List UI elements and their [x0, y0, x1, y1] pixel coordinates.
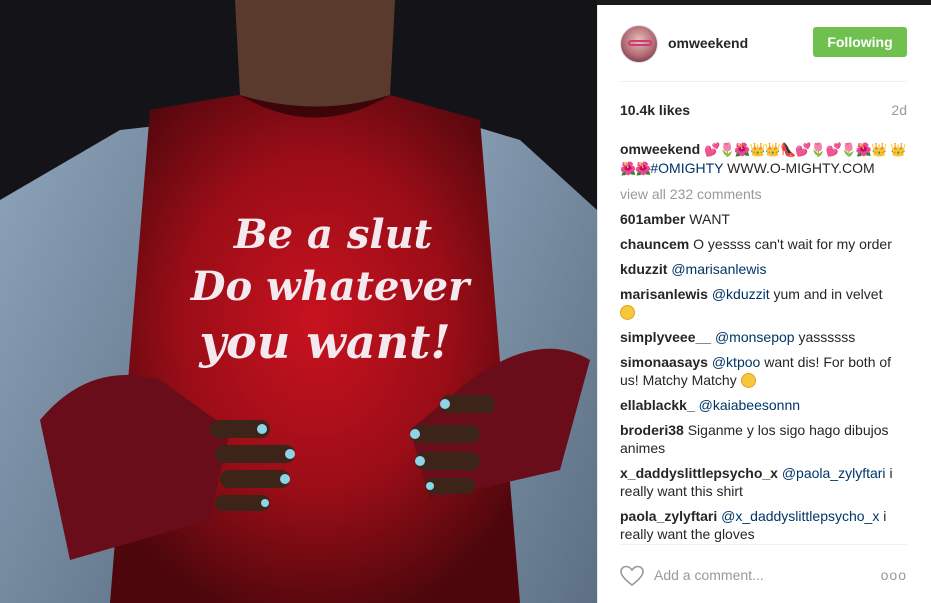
comment: broderi38 Siganme y los sigo hago dibujo… [620, 421, 911, 457]
comment-mention[interactable]: @ktpoo [712, 354, 760, 370]
comment-footer: Add a comment... ooo [620, 545, 907, 603]
comment: paola_zylyftari @x_daddyslittlepsycho_x … [620, 507, 911, 543]
comment-user[interactable]: marisanlewis [620, 286, 708, 302]
comment: marisanlewis @kduzzit yum and in velvet [620, 285, 911, 321]
caption-emojis: 💕🌷🌺👑👑👠💕🌷💕🌷🌺👑 [704, 142, 887, 157]
shirt-text-line1: Be a slut [233, 211, 433, 258]
shirt-text-line2: Do whatever [190, 263, 472, 310]
comment-mention[interactable]: @x_daddyslittlepsycho_x [721, 508, 879, 524]
comment-user[interactable]: paola_zylyftari [620, 508, 717, 524]
comment-user[interactable]: ellablackk_ [620, 397, 695, 413]
heart-icon[interactable] [620, 565, 644, 587]
comment: chauncem O yessss can't wait for my orde… [620, 235, 911, 253]
post-time[interactable]: 2d [891, 102, 907, 118]
comment-user[interactable]: broderi38 [620, 422, 684, 438]
caption-hashtag[interactable]: #OMIGHTY [650, 160, 723, 176]
comment-user[interactable]: simplyveee__ [620, 329, 711, 345]
following-button[interactable]: Following [813, 27, 907, 57]
comment-user[interactable]: x_daddyslittlepsycho_x [620, 465, 778, 481]
comment-user[interactable]: kduzzit [620, 261, 667, 277]
comment: kduzzit @marisanlewis [620, 260, 911, 278]
caption-user[interactable]: omweekend [620, 141, 700, 157]
comment-text: yum and in velvet [773, 286, 883, 302]
likes-count[interactable]: 10.4k likes [620, 102, 690, 118]
more-options-icon[interactable]: ooo [881, 567, 907, 583]
comment-mention[interactable]: @kaiabeesonnn [699, 397, 800, 413]
avatar[interactable] [620, 25, 658, 63]
comment: x_daddyslittlepsycho_x @paola_zylyftari … [620, 464, 911, 500]
comment-text: WANT [689, 211, 730, 227]
add-comment-input[interactable]: Add a comment... [654, 567, 764, 583]
comments-list: omweekend 💕🌷🌺👑👑👠💕🌷💕🌷🌺👑 👑🌺🌺#OMIGHTY WWW.O… [620, 140, 911, 543]
comment-text: O yessss can't wait for my order [693, 236, 892, 252]
post-header: omweekend Following [620, 25, 907, 65]
comment: simplyveee__ @monsepop yassssss [620, 328, 911, 346]
comment-mention[interactable]: @kduzzit [712, 286, 770, 302]
heart-eyes-emoji-icon [620, 305, 635, 320]
photo-illustration: Be a slut Do whatever you want! [0, 0, 597, 603]
smile-emoji-icon [740, 373, 756, 388]
comment-user[interactable]: simonaasays [620, 354, 708, 370]
comment-mention[interactable]: @paola_zylyftari [782, 465, 886, 481]
shirt-text-line3: you want! [198, 315, 450, 369]
comment: ellablackk_ @kaiabeesonnn [620, 396, 911, 414]
comment: 601amber WANT [620, 210, 911, 228]
comment-text: yassssss [798, 329, 856, 345]
comment: simonaasays @ktpoo want dis! For both of… [620, 353, 911, 389]
divider [620, 81, 907, 82]
comment-user[interactable]: 601amber [620, 211, 685, 227]
view-all-comments[interactable]: view all 232 comments [620, 185, 911, 203]
caption-link: WWW.O-MIGHTY.COM [727, 160, 875, 176]
avatar-glasses [628, 40, 652, 46]
post-photo[interactable]: Be a slut Do whatever you want! [0, 0, 597, 603]
neck [235, 0, 395, 115]
comment-mention[interactable]: @marisanlewis [671, 261, 766, 277]
comment-user[interactable]: chauncem [620, 236, 689, 252]
username[interactable]: omweekend [668, 35, 748, 51]
caption: omweekend 💕🌷🌺👑👑👠💕🌷💕🌷🌺👑 👑🌺🌺#OMIGHTY WWW.O… [620, 140, 911, 178]
post-sidebar: omweekend Following 10.4k likes 2d omwee… [597, 5, 931, 603]
comment-mention[interactable]: @monsepop [715, 329, 795, 345]
